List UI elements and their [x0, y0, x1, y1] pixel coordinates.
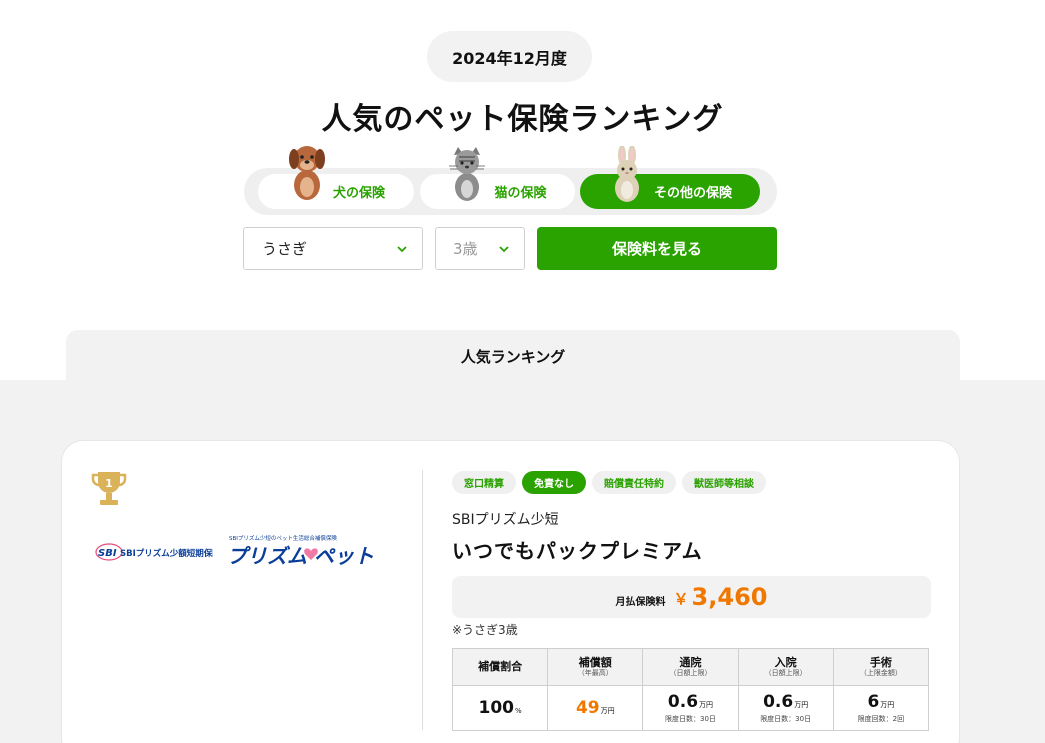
- rabbit-icon: [615, 146, 639, 202]
- plan-name[interactable]: いつでもパックプレミアム: [452, 535, 703, 564]
- price-currency: ￥: [673, 589, 689, 608]
- coverage-value-row: 100% 49万円 0.6万円 限度日数：30日 0.6万円 限度日数：30日 6万…: [451, 685, 930, 731]
- premium-note: ※うさぎ3歳: [452, 623, 518, 637]
- feature-tags: 窓口精算 免責なし 賠償責任特約 獣医師等相談: [452, 471, 766, 494]
- value-coverage-ratio: 100%: [451, 685, 549, 731]
- chevron-down-icon: [397, 246, 407, 253]
- product-logo-text: プリズム ペット: [227, 544, 374, 568]
- ranking-card[interactable]: 1 SBI SBIプリズム少額短期保険 SBIプリズム少短のペット生活総合補償保…: [61, 440, 960, 743]
- rank-number: 1: [105, 477, 113, 490]
- monthly-premium-box: 月払保険料 ￥ 3,460: [452, 576, 931, 618]
- trophy-icon: 1: [91, 472, 127, 505]
- header-coverage-ratio: 補償割合: [451, 648, 549, 686]
- company-name: SBIプリズム少短: [452, 512, 559, 528]
- tag-window-settlement: 窓口精算: [452, 471, 516, 494]
- dog-icon: [289, 146, 325, 200]
- prism-pet-logo: SBIプリズム少短のペット生活総合補償保険 プリズム ペット: [227, 534, 374, 568]
- coverage-table: 補償割合 補償額 （年最高） 通院 （日額上限） 入院 （日額上限） 手術 （上限金額）…: [451, 648, 930, 731]
- price-label: 月払保険料: [615, 596, 666, 608]
- insurer-logo-text: SBIプリズム少額短期保険: [120, 548, 213, 559]
- tab-dog-insurance[interactable]: 犬の保険: [258, 174, 414, 209]
- tag-liability-rider: 賠償責任特約: [592, 471, 676, 494]
- header-hospitalization: 入院 （日額上限）: [737, 648, 834, 686]
- page-title: 人気のペット保険ランキング: [321, 102, 724, 137]
- product-logo-caption: SBIプリズム少短のペット生活総合補償保険: [229, 534, 337, 542]
- header-surgery: 手術 （上限金額）: [832, 648, 930, 686]
- ranking-section-tab: 人気ランキング: [66, 330, 960, 382]
- age-select[interactable]: 3歳: [435, 227, 525, 270]
- svg-text:SBI: SBI: [98, 548, 117, 559]
- sbi-prism-logo: SBI SBIプリズム少額短期保険: [95, 543, 213, 561]
- tag-no-deductible: 免責なし: [522, 471, 586, 494]
- header-outpatient: 通院 （日額上限）: [642, 648, 739, 686]
- view-premium-button[interactable]: 保険料を見る: [537, 227, 777, 270]
- price-value: 3,460: [691, 583, 768, 611]
- chevron-down-icon: [499, 246, 509, 253]
- value-outpatient: 0.6万円 限度日数：30日: [642, 685, 739, 731]
- age-placeholder: 3歳: [453, 240, 478, 258]
- month-badge: 2024年12月度: [427, 31, 592, 82]
- pet-type-value: うさぎ: [262, 240, 308, 258]
- cat-icon: [449, 147, 485, 201]
- coverage-header-row: 補償割合 補償額 （年最高） 通院 （日額上限） 入院 （日額上限） 手術 （上限金額）: [451, 648, 930, 686]
- header-coverage-amount: 補償額 （年最高）: [547, 648, 644, 686]
- pet-type-select[interactable]: うさぎ: [243, 227, 423, 270]
- tag-vet-consultation: 獣医師等相談: [682, 471, 766, 494]
- value-hospitalization: 0.6万円 限度日数：30日: [737, 685, 834, 731]
- card-divider: [422, 470, 423, 730]
- tab-other-insurance[interactable]: その他の保険: [580, 174, 760, 209]
- tab-cat-insurance[interactable]: 猫の保険: [420, 174, 575, 209]
- value-surgery: 6万円 限度回数：2回: [832, 685, 930, 731]
- value-coverage-amount: 49万円: [547, 685, 644, 731]
